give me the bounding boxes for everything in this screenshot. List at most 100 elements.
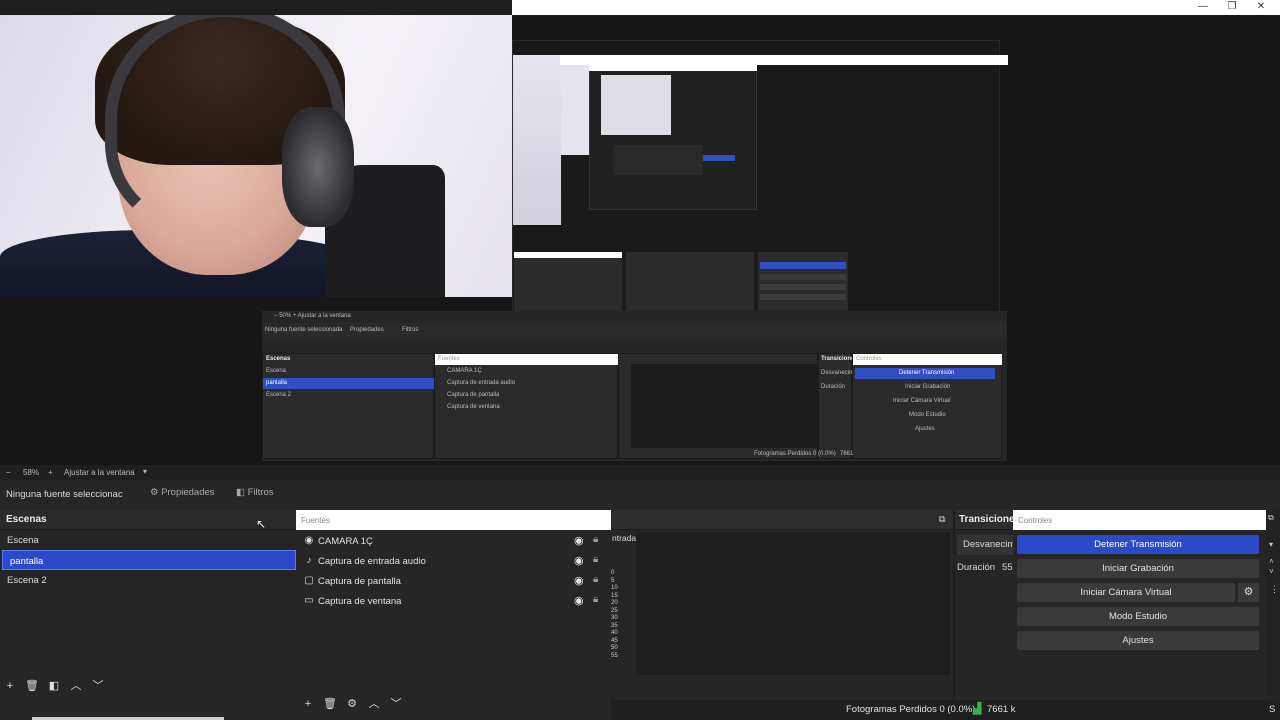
start-virtual-camera-button[interactable]: Iniciar Cámara Virtual: [1017, 583, 1235, 602]
chevron-down-icon[interactable]: ﹀: [388, 696, 404, 712]
chevron-up-icon[interactable]: ︿: [366, 696, 382, 712]
nested-scene-selected: [263, 378, 435, 389]
nested-zoom-minus: −: [274, 313, 278, 319]
mixer-menu-icon[interactable]: ⧉: [939, 514, 945, 525]
scene-item-selected[interactable]: pantalla: [2, 550, 296, 570]
mixer-scale: 0 5 10 15 20 25 30 35 40 45 50 55: [611, 570, 618, 659]
scene-item[interactable]: Escena 2: [0, 570, 296, 590]
chevron-down-icon[interactable]: ﹀: [90, 678, 106, 694]
nested-webcam: [513, 55, 561, 225]
mouse-cursor-icon: ↖: [256, 517, 267, 531]
source-label: Captura de pantalla: [318, 576, 401, 587]
close-button[interactable]: ✕: [1248, 0, 1274, 15]
mixer-channel-label: ntrada: [612, 533, 637, 543]
properties-button[interactable]: ⚙ Propiedades: [150, 487, 215, 503]
start-recording-button[interactable]: Iniciar Grabación: [1017, 559, 1259, 578]
nested-duration: Duración: [821, 384, 846, 390]
nested-controls-placeholder: Controles: [856, 356, 882, 362]
fit-window-label[interactable]: Ajustar a la ventana: [64, 468, 135, 477]
nested-ctl: Modo Estudio: [909, 412, 946, 418]
duration-value[interactable]: 55: [1002, 562, 1013, 573]
nested-scenes: Escenas Escena pantalla Escena 2: [262, 353, 435, 459]
nested-bitrate: 7661: [840, 451, 854, 457]
trash-icon[interactable]: 🗑: [322, 696, 338, 712]
gear-icon[interactable]: ⚙: [344, 696, 360, 712]
chevron-down-icon[interactable]: ▾: [1269, 540, 1273, 549]
nested-ctl: Ajustes: [915, 426, 935, 432]
live-indicator: S: [1269, 704, 1276, 715]
webcam-feed: [0, 15, 512, 297]
nested-filters: Filtros: [402, 327, 419, 333]
sources-search[interactable]: Fuentes: [296, 510, 611, 530]
nested-preview-window: [512, 40, 1000, 336]
nested-title-bar: [560, 55, 1008, 65]
minimize-button[interactable]: —: [1190, 0, 1216, 15]
properties-label: Propiedades: [161, 487, 215, 498]
restore-button[interactable]: ❐: [1219, 0, 1245, 15]
nested-zoom: 50%: [279, 313, 292, 319]
stop-streaming-button[interactable]: Detener Transmisión: [1017, 535, 1259, 554]
dock-menu-icon[interactable]: ⧉: [1268, 513, 1274, 523]
nested-source-item: Captura de ventana: [447, 404, 500, 410]
nested-source-item: Captura de entrada audio: [447, 380, 516, 386]
filter-icon[interactable]: ◧: [46, 678, 62, 694]
nested-obs-panels: − 50% + Ajustar a la ventana Ninguna fue…: [262, 311, 1007, 461]
filters-button[interactable]: ◧ Filtros: [236, 487, 274, 503]
nested-transitions: Transiciones Desvanecim Duración: [818, 353, 858, 459]
eye-icon[interactable]: ◉: [574, 554, 584, 567]
nested-no-source: Ninguna fuente seleccionada: [265, 327, 343, 333]
lock-icon[interactable]: 🔒︎: [593, 554, 598, 565]
add-icon[interactable]: +: [2, 678, 18, 694]
controls-search[interactable]: Controles: [1013, 510, 1266, 530]
nested-fade: Desvanecim: [821, 370, 855, 376]
chevron-up-icon[interactable]: ˄: [1269, 557, 1274, 566]
source-label: Captura de entrada audio: [318, 556, 426, 567]
nested-sources-placeholder: Fuentes: [438, 356, 460, 362]
transition-select[interactable]: Desvanecim: [957, 535, 1013, 555]
window-title-bar: [512, 0, 1280, 15]
gear-icon[interactable]: ⚙: [1238, 583, 1259, 602]
filter-icon: ◧: [236, 487, 245, 498]
nested-inner-preview: [561, 55, 851, 225]
more-icon[interactable]: ⋮: [1270, 584, 1279, 595]
zoom-dropdown-icon[interactable]: ▾: [143, 467, 147, 476]
nested-ctl: Iniciar Cámara Virtual: [893, 398, 951, 404]
nested-zoom-plus: +: [292, 313, 297, 319]
eye-icon[interactable]: ◉: [574, 574, 584, 587]
nested-scene-item: pantalla: [266, 380, 288, 386]
source-item[interactable]: ▢ Captura de pantalla ◉ 🔒︎: [300, 571, 608, 591]
signal-icon: ▟: [973, 703, 982, 715]
lock-icon[interactable]: 🔒︎: [593, 534, 598, 545]
zoom-bar: − 58% + Ajustar a la ventana ▾: [0, 465, 1280, 480]
scene-item[interactable]: Escena: [0, 530, 296, 550]
trash-icon[interactable]: 🗑: [24, 678, 40, 694]
source-item[interactable]: ◉ CAMARA 1Ç ◉ 🔒︎: [300, 531, 608, 551]
lock-icon[interactable]: 🔒︎: [593, 594, 598, 605]
mixer-header: [611, 510, 953, 530]
scenes-toolbar: + 🗑 ◧ ︿ ﹀: [2, 678, 106, 694]
eye-icon[interactable]: ◉: [574, 534, 584, 547]
nested-mixer: [618, 353, 818, 459]
microphone-icon: ♪: [306, 555, 312, 566]
zoom-in-button[interactable]: +: [48, 468, 53, 477]
right-scrollbar[interactable]: ⧉ ▾ ˄ ˅ ⋮: [1266, 510, 1280, 720]
nested-source-item: CAMARA 1Ç: [447, 368, 482, 374]
chevron-up-icon[interactable]: ︿: [68, 678, 84, 694]
preview-canvas[interactable]: − 50% + Ajustar a la ventana Ninguna fue…: [0, 15, 1280, 465]
transitions-title: Transiciones: [955, 510, 1013, 530]
source-item[interactable]: ♪ Captura de entrada audio ◉ 🔒︎: [300, 551, 608, 571]
eye-icon[interactable]: ◉: [574, 594, 584, 607]
nested-ctl: Detener Transmisión: [899, 370, 955, 376]
nested-ctl: Iniciar Grabación: [905, 384, 951, 390]
zoom-out-button[interactable]: −: [6, 468, 11, 477]
nested-fit: Ajustar a la ventana: [297, 313, 351, 319]
bitrate: 7661 k: [987, 704, 1016, 715]
settings-button[interactable]: Ajustes: [1017, 631, 1259, 650]
studio-mode-button[interactable]: Modo Estudio: [1017, 607, 1259, 626]
source-item[interactable]: ▭ Captura de ventana ◉ 🔒︎: [300, 591, 608, 611]
mixer-meter-area: [636, 532, 950, 675]
lock-icon[interactable]: 🔒︎: [593, 574, 598, 585]
add-icon[interactable]: +: [300, 696, 316, 712]
chevron-down-icon[interactable]: ˅: [1269, 567, 1274, 576]
nested-properties: Propiedades: [350, 327, 384, 333]
